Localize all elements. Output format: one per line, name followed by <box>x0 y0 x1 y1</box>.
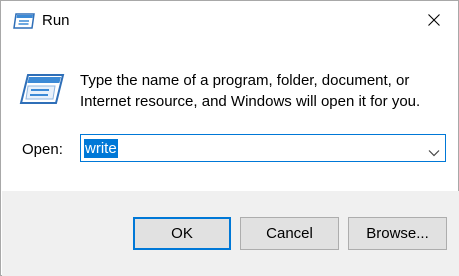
run-program-icon <box>19 73 65 105</box>
instruction-line-1: Type the name of a program, folder, docu… <box>80 72 410 89</box>
open-combobox[interactable]: write <box>80 134 446 162</box>
instruction-text: Type the name of a program, folder, docu… <box>80 70 450 112</box>
ok-button[interactable]: OK <box>133 217 231 250</box>
title-bar[interactable]: Run <box>1 1 458 39</box>
cancel-button[interactable]: Cancel <box>240 217 339 250</box>
browse-button[interactable]: Browse... <box>348 217 447 250</box>
close-button[interactable] <box>412 1 458 39</box>
open-label: Open: <box>22 141 63 158</box>
instruction-line-2: Internet resource, and Windows will open… <box>80 93 421 110</box>
window-title: Run <box>42 12 70 29</box>
run-icon <box>13 12 35 30</box>
close-icon <box>428 14 440 26</box>
chevron-down-icon[interactable] <box>428 144 440 157</box>
run-dialog: Run Type the name of a program, folder, … <box>0 0 459 276</box>
open-input[interactable]: write <box>84 139 118 158</box>
